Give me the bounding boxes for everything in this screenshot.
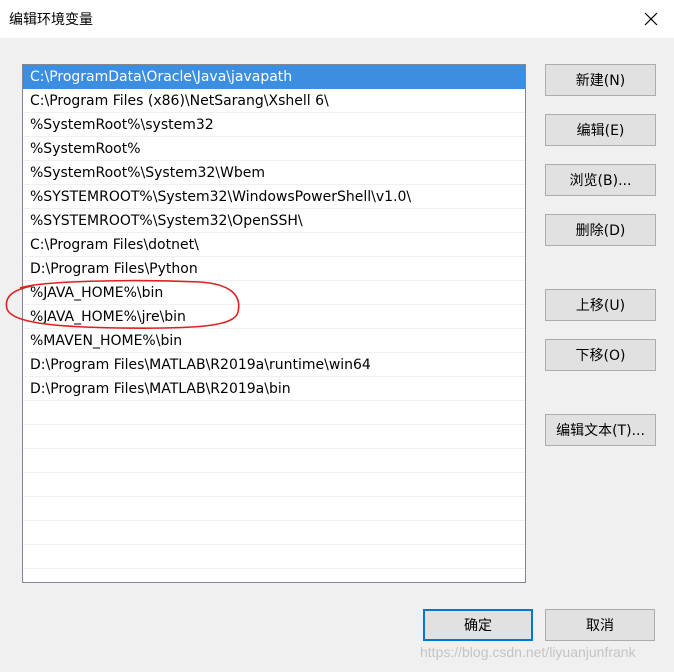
list-item[interactable]: %JAVA_HOME%\bin	[23, 281, 525, 305]
close-button[interactable]	[628, 0, 674, 38]
browse-button[interactable]: 浏览(B)...	[545, 164, 656, 196]
edit-text-button[interactable]: 编辑文本(T)...	[545, 414, 656, 446]
list-item[interactable]	[23, 569, 525, 582]
list-item[interactable]	[23, 473, 525, 497]
list-item[interactable]: C:\ProgramData\Oracle\Java\javapath	[23, 65, 525, 89]
list-item[interactable]: %SYSTEMROOT%\System32\OpenSSH\	[23, 209, 525, 233]
list-item[interactable]: %SYSTEMROOT%\System32\WindowsPowerShell\…	[23, 185, 525, 209]
list-item[interactable]: D:\Program Files\MATLAB\R2019a\runtime\w…	[23, 353, 525, 377]
list-item[interactable]	[23, 497, 525, 521]
list-item[interactable]: %SystemRoot%	[23, 137, 525, 161]
close-icon	[644, 12, 658, 26]
move-up-button[interactable]: 上移(U)	[545, 289, 656, 321]
list-item[interactable]	[23, 425, 525, 449]
list-item[interactable]	[23, 521, 525, 545]
move-down-button[interactable]: 下移(O)	[545, 339, 656, 371]
list-item[interactable]: %JAVA_HOME%\jre\bin	[23, 305, 525, 329]
list-item[interactable]: D:\Program Files\Python	[23, 257, 525, 281]
delete-button[interactable]: 删除(D)	[545, 214, 656, 246]
watermark-text: https://blog.csdn.net/liyuanjunfrank	[420, 644, 636, 660]
list-item[interactable]	[23, 449, 525, 473]
list-item[interactable]: %SystemRoot%\System32\Wbem	[23, 161, 525, 185]
list-item[interactable]: %MAVEN_HOME%\bin	[23, 329, 525, 353]
list-item[interactable]	[23, 401, 525, 425]
window-title: 编辑环境变量	[9, 12, 93, 28]
title-bar: 编辑环境变量	[0, 0, 674, 38]
new-button[interactable]: 新建(N)	[545, 64, 656, 96]
path-list[interactable]: C:\ProgramData\Oracle\Java\javapath C:\Pr…	[22, 64, 526, 583]
cancel-button[interactable]: 取消	[545, 609, 655, 641]
list-item[interactable]: D:\Program Files\MATLAB\R2019a\bin	[23, 377, 525, 401]
edit-button[interactable]: 编辑(E)	[545, 114, 656, 146]
list-item[interactable]	[23, 545, 525, 569]
list-item[interactable]: C:\Program Files\dotnet\	[23, 233, 525, 257]
list-item[interactable]: C:\Program Files (x86)\NetSarang\Xshell …	[23, 89, 525, 113]
list-item[interactable]: %SystemRoot%\system32	[23, 113, 525, 137]
ok-button[interactable]: 确定	[423, 609, 533, 641]
